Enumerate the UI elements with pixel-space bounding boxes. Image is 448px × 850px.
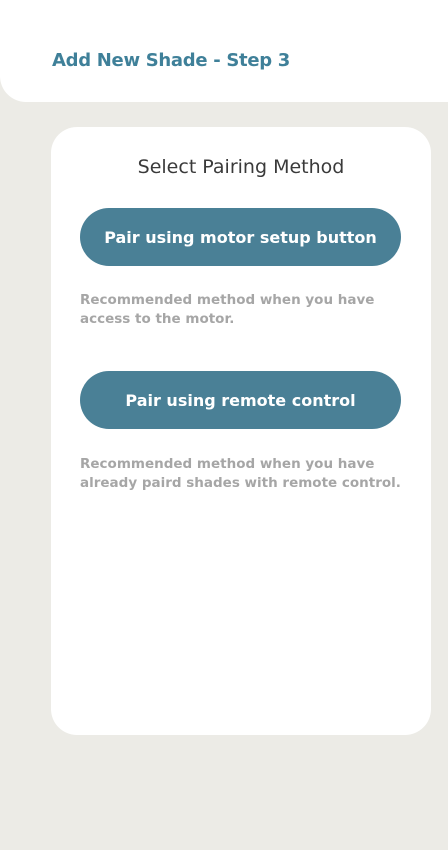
pair-motor-description: Recommended method when you have access … — [80, 292, 375, 327]
pair-motor-button[interactable]: Pair using motor setup button — [80, 208, 401, 266]
pairing-method-card: Select Pairing Method Pair using motor s… — [51, 127, 431, 735]
pair-remote-description: Recommended method when you have already… — [80, 456, 401, 491]
app-header: Add New Shade - Step 3 — [0, 0, 448, 102]
pair-remote-button[interactable]: Pair using remote control — [80, 371, 401, 429]
page-title: Add New Shade - Step 3 — [52, 50, 291, 71]
card-title: Select Pairing Method — [137, 156, 345, 178]
